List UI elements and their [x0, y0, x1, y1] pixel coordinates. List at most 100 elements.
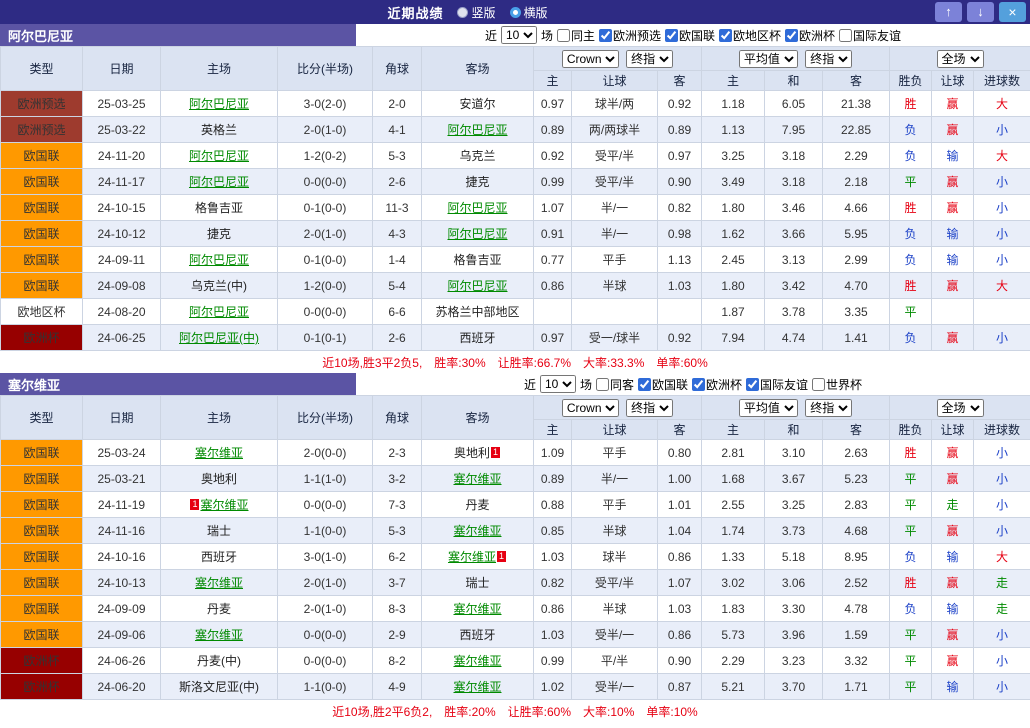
team-link[interactable]: 乌克兰(中): [191, 279, 247, 293]
handicap-odds: 半/一: [572, 221, 658, 247]
league-checkbox[interactable]: [839, 29, 852, 42]
league-checkbox[interactable]: [719, 29, 732, 42]
euro-odds: 2.81: [702, 440, 765, 466]
team-link[interactable]: 捷克: [207, 227, 231, 241]
team-link[interactable]: 阿尔巴尼亚: [189, 253, 249, 267]
layout-horizontal-radio[interactable]: 横版: [510, 4, 548, 21]
team-link[interactable]: 塞尔维亚: [448, 550, 496, 564]
handicap-odds: 受半/一: [572, 622, 658, 648]
filter-same-toggle[interactable]: 同主: [557, 27, 595, 44]
match-type: 欧国联: [1, 622, 83, 648]
league-filter[interactable]: 欧洲杯: [785, 27, 835, 44]
team-link[interactable]: 阿尔巴尼亚: [447, 227, 507, 241]
euro-odds: 7.94: [702, 325, 765, 351]
filter-count-select[interactable]: 10: [501, 26, 537, 44]
bookmaker-final-select[interactable]: 终指: [626, 50, 673, 68]
team-link[interactable]: 阿尔巴尼亚: [447, 279, 507, 293]
team-link[interactable]: 塞尔维亚: [200, 498, 248, 512]
league-filter[interactable]: 国际友谊: [839, 27, 901, 44]
filter-games-label: 场: [580, 376, 592, 393]
team-link[interactable]: 丹麦: [465, 498, 489, 512]
team-link[interactable]: 阿尔巴尼亚: [189, 149, 249, 163]
euro-odds: 1.87: [702, 299, 765, 325]
subcol-euro-away: 客: [823, 71, 890, 91]
league-filter[interactable]: 欧国联: [665, 27, 715, 44]
team-link[interactable]: 格鲁吉亚: [453, 253, 501, 267]
close-button[interactable]: ×: [999, 2, 1026, 22]
team-link[interactable]: 安道尔: [459, 97, 495, 111]
match-score: 1-1(0-0): [278, 518, 373, 544]
league-checkbox[interactable]: [785, 29, 798, 42]
scope-select[interactable]: 全场: [937, 50, 984, 68]
team-link[interactable]: 瑞士: [465, 576, 489, 590]
handicap-odds: 0.89: [534, 117, 572, 143]
league-checkbox[interactable]: [665, 29, 678, 42]
filter-row: 近 10 场 同主 欧洲预选欧国联欧地区杯欧洲杯国际友谊: [356, 24, 1030, 46]
average-select[interactable]: 平均值: [739, 399, 798, 417]
euro-odds: 1.80: [702, 195, 765, 221]
scroll-down-button[interactable]: ↓: [967, 2, 994, 22]
bookmaker-select[interactable]: Crown: [562, 399, 619, 417]
scroll-up-button[interactable]: ↑: [935, 2, 962, 22]
team-link[interactable]: 塞尔维亚: [453, 524, 501, 538]
team-link[interactable]: 格鲁吉亚: [195, 201, 243, 215]
team-link[interactable]: 塞尔维亚: [453, 654, 501, 668]
team-link[interactable]: 塞尔维亚: [195, 446, 243, 460]
col-header-home: 主场: [161, 396, 278, 440]
league-checkbox[interactable]: [746, 378, 759, 391]
radio-label: 竖版: [471, 4, 495, 21]
team-link[interactable]: 西班牙: [459, 331, 495, 345]
team-link[interactable]: 奥地利: [454, 446, 490, 460]
filter-same-checkbox[interactable]: [557, 29, 570, 42]
average-final-select[interactable]: 终指: [805, 50, 852, 68]
team-link[interactable]: 塞尔维亚: [453, 680, 501, 694]
result-cell: 小: [974, 169, 1030, 195]
team-link[interactable]: 乌克兰: [459, 149, 495, 163]
team-link[interactable]: 英格兰: [201, 123, 237, 137]
euro-odds: 3.49: [702, 169, 765, 195]
average-final-select[interactable]: 终指: [805, 399, 852, 417]
team-link[interactable]: 苏格兰中部地区: [435, 305, 519, 319]
filter-same-checkbox[interactable]: [596, 378, 609, 391]
team-link[interactable]: 塞尔维亚: [453, 602, 501, 616]
team-link[interactable]: 丹麦: [207, 602, 231, 616]
filter-same-toggle[interactable]: 同客: [596, 376, 634, 393]
team-link[interactable]: 奥地利: [201, 472, 237, 486]
team-link[interactable]: 西班牙: [201, 550, 237, 564]
match-row: 欧洲预选25-03-22英格兰2-0(1-0)4-1阿尔巴尼亚0.89两/两球半…: [1, 117, 1030, 143]
team-link[interactable]: 阿尔巴尼亚: [189, 97, 249, 111]
league-filter[interactable]: 欧洲杯: [692, 376, 742, 393]
team-link[interactable]: 斯洛文尼亚(中): [179, 680, 259, 694]
corner-score: 3-2: [373, 466, 422, 492]
league-filter[interactable]: 世界杯: [812, 376, 862, 393]
bookmaker-final-select[interactable]: 终指: [626, 399, 673, 417]
team-link[interactable]: 阿尔巴尼亚: [447, 201, 507, 215]
bookmaker-select[interactable]: Crown: [562, 50, 619, 68]
result-cell: 胜: [890, 273, 932, 299]
team-link[interactable]: 捷克: [465, 175, 489, 189]
league-filter[interactable]: 欧地区杯: [719, 27, 781, 44]
team-link[interactable]: 西班牙: [459, 628, 495, 642]
filter-count-select[interactable]: 10: [540, 375, 576, 393]
layout-vertical-radio[interactable]: 竖版: [457, 4, 495, 21]
team-link[interactable]: 阿尔巴尼亚: [189, 305, 249, 319]
team-link[interactable]: 塞尔维亚: [195, 628, 243, 642]
league-checkbox[interactable]: [599, 29, 612, 42]
team-link[interactable]: 阿尔巴尼亚(中): [179, 331, 259, 345]
league-checkbox[interactable]: [638, 378, 651, 391]
league-filter[interactable]: 欧洲预选: [599, 27, 661, 44]
match-row: 欧国联24-11-16瑞士1-1(0-0)5-3塞尔维亚0.85半球1.041.…: [1, 518, 1030, 544]
league-checkbox[interactable]: [812, 378, 825, 391]
team-link[interactable]: 塞尔维亚: [453, 472, 501, 486]
team-link[interactable]: 丹麦(中): [197, 654, 241, 668]
average-select[interactable]: 平均值: [739, 50, 798, 68]
team-link[interactable]: 阿尔巴尼亚: [189, 175, 249, 189]
euro-odds: 1.83: [702, 596, 765, 622]
league-checkbox[interactable]: [692, 378, 705, 391]
league-filter[interactable]: 国际友谊: [746, 376, 808, 393]
team-link[interactable]: 瑞士: [207, 524, 231, 538]
team-link[interactable]: 阿尔巴尼亚: [447, 123, 507, 137]
team-link[interactable]: 塞尔维亚: [195, 576, 243, 590]
scope-select[interactable]: 全场: [937, 399, 984, 417]
league-filter[interactable]: 欧国联: [638, 376, 688, 393]
